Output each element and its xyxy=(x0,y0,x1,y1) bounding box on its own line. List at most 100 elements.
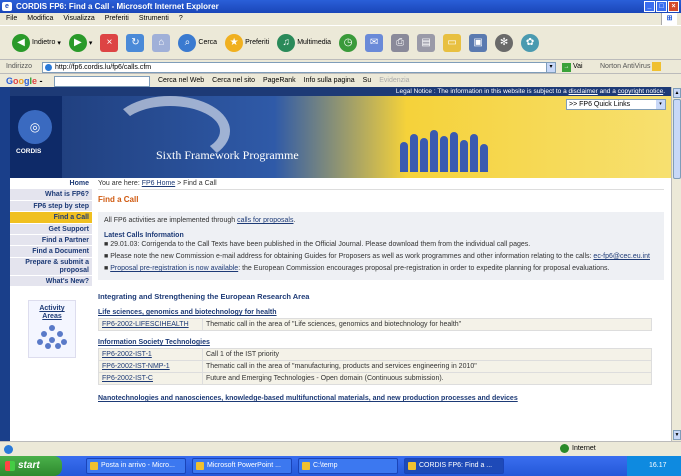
sidebar-item-find-a-partner[interactable]: Find a Partner xyxy=(10,234,92,247)
group-heading-life-sciences[interactable]: Life sciences, genomics and biotechnolog… xyxy=(98,309,664,316)
go-button[interactable]: → Vai xyxy=(562,60,583,74)
tool-button-2[interactable]: ✻ xyxy=(493,33,515,52)
quick-links-select[interactable]: >> FP6 Quick Links ▾ xyxy=(566,99,666,110)
sidebar-item-what-is-fp6[interactable]: What is FP6? xyxy=(10,189,92,201)
folder-button[interactable]: ▭ xyxy=(441,33,463,52)
address-dropdown-icon[interactable]: ▾ xyxy=(546,62,556,73)
menu-modifica[interactable]: Modifica xyxy=(27,13,53,25)
search-label: Cerca xyxy=(198,39,218,46)
google-search-input[interactable] xyxy=(54,76,150,87)
scroll-down-icon[interactable]: ▼ xyxy=(673,430,681,440)
sidebar-item-find-a-document[interactable]: Find a Document xyxy=(10,246,92,258)
menu-help[interactable]: ? xyxy=(179,13,183,25)
edit-icon: ▤ xyxy=(417,33,436,52)
scroll-up-icon[interactable]: ▲ xyxy=(673,88,681,98)
status-bar: Internet xyxy=(0,441,681,456)
sidebar-item-get-support[interactable]: Get Support xyxy=(10,223,92,235)
up-button[interactable]: Su xyxy=(363,74,372,88)
pagerank-indicator[interactable]: PageRank xyxy=(263,74,296,88)
taskbar-item-cordis[interactable]: CORDIS FP6: Find a ... xyxy=(404,458,504,474)
group-heading-ist[interactable]: Information Society Technologies xyxy=(98,339,664,346)
google-logo[interactable]: Google - xyxy=(6,74,43,88)
vertical-scrollbar[interactable]: ▲ ▼ xyxy=(671,87,681,441)
latest-calls-heading: Latest Calls Information xyxy=(104,232,184,239)
multimedia-label: Multimedia xyxy=(297,39,332,46)
minimize-icon[interactable]: _ xyxy=(644,1,655,12)
taskbar-item-temp-folder[interactable]: C:\temp xyxy=(298,458,398,474)
news-3-text: : the European Commission encourages pro… xyxy=(238,265,610,272)
sidebar-item-home[interactable]: Home xyxy=(10,178,92,190)
back-arrow-icon: ◀ xyxy=(12,33,30,52)
disclaimer-link[interactable]: disclaimer xyxy=(569,88,598,95)
menu-visualizza[interactable]: Visualizza xyxy=(63,13,94,25)
search-web-button[interactable]: Cerca nel Web xyxy=(158,74,204,88)
email-link[interactable]: ec-fp6@cec.eu.int xyxy=(593,253,650,260)
menu-strumenti[interactable]: Strumenti xyxy=(139,13,169,25)
chevron-down-icon[interactable]: ▾ xyxy=(656,100,665,109)
zone-label: Internet xyxy=(572,445,596,452)
tool-button-3[interactable]: ✿ xyxy=(519,33,541,52)
search-site-button[interactable]: Cerca nel sito xyxy=(212,74,255,88)
sidebar-item-step-by-step[interactable]: FP6 step by step xyxy=(10,200,92,213)
norton-antivirus-button[interactable]: Norton AntiVirus xyxy=(600,60,662,74)
tool-button-1[interactable]: ▣ xyxy=(467,33,489,52)
forward-button[interactable]: ▶ ▾ xyxy=(67,33,95,52)
favorites-label: Preferiti xyxy=(245,39,270,46)
stop-button[interactable]: × xyxy=(98,33,120,52)
window-titlebar[interactable]: e CORDIS FP6: Find a Call - Microsoft In… xyxy=(0,0,681,13)
sidebar-item-whats-new[interactable]: What's New? xyxy=(10,275,92,288)
calls-info-box: All FP6 activities are implemented throu… xyxy=(98,212,664,280)
call-code-link[interactable]: FP6-2002-IST-1 xyxy=(98,348,203,361)
security-zone: Internet xyxy=(560,442,596,456)
call-description: Thematic call in the area of "Life scien… xyxy=(202,318,652,331)
highlight-button[interactable]: Evidenzia xyxy=(379,74,409,88)
calls-for-proposals-link[interactable]: calls for proposals xyxy=(237,217,293,224)
taskbar-item-powerpoint[interactable]: Microsoft PowerPoint ... xyxy=(192,458,292,474)
chevron-down-icon[interactable]: ▾ xyxy=(57,39,61,47)
address-input[interactable]: http://fp6.cordis.lu/fp6/calls.cfm xyxy=(42,62,555,73)
close-icon[interactable]: × xyxy=(668,1,679,12)
menu-bar: File Modifica Visualizza Preferiti Strum… xyxy=(0,13,681,25)
pre-registration-link[interactable]: Proposal pre-registration is now availab… xyxy=(110,265,238,272)
group-heading-nanotech[interactable]: Nanotechnologies and nanosciences, knowl… xyxy=(98,395,664,402)
refresh-button[interactable]: ↻ xyxy=(124,33,146,52)
cordis-logo-box[interactable]: ◎ CORDIS xyxy=(10,96,62,178)
back-button[interactable]: ◀ Indietro ▾ xyxy=(10,33,63,52)
chevron-down-icon[interactable]: ▾ xyxy=(89,39,93,47)
edit-button[interactable]: ▤ xyxy=(415,33,437,52)
star-icon: ★ xyxy=(225,33,244,52)
menu-file[interactable]: File xyxy=(6,13,17,25)
sidebar-item-prepare-submit[interactable]: Prepare & submit a proposal xyxy=(10,257,92,276)
internet-globe-icon xyxy=(560,443,569,453)
call-code-link[interactable]: FP6-2002-LIFESCIHEALTH xyxy=(98,318,203,331)
page-viewport: Legal Notice : The information in this w… xyxy=(10,87,671,441)
page-info-button[interactable]: Info sulla pagina xyxy=(304,74,355,88)
norton-icon xyxy=(652,61,662,71)
system-tray: 16.17 xyxy=(627,456,681,476)
legal-text: Legal Notice : The information in this w… xyxy=(395,88,569,95)
search-button[interactable]: ⌕ Cerca xyxy=(176,33,219,52)
multimedia-button[interactable]: ♫ Multimedia xyxy=(275,33,333,52)
home-button[interactable]: ⌂ xyxy=(150,33,172,52)
sidebar-item-find-a-call[interactable]: Find a Call xyxy=(10,212,92,224)
history-button[interactable]: ◷ xyxy=(337,33,359,52)
start-button[interactable]: start xyxy=(0,456,62,476)
maximize-icon[interactable]: □ xyxy=(656,1,667,12)
activity-areas-link[interactable]: Activity Areas xyxy=(28,300,76,358)
back-label: Indietro xyxy=(32,39,56,46)
taskbar-item-outlook[interactable]: Posta in arrivo - Micro... xyxy=(86,458,186,474)
activity-areas-label: Activity Areas xyxy=(39,305,65,320)
copyright-link[interactable]: copyright notice xyxy=(618,88,664,95)
favorites-button[interactable]: ★ Preferiti xyxy=(223,33,271,52)
menu-preferiti[interactable]: Preferiti xyxy=(105,13,129,25)
page-title: Find a Call xyxy=(98,195,139,204)
mail-button[interactable]: ✉ xyxy=(363,33,385,52)
table-row: FP6-2002-IST-NMP-1 Thematic call in the … xyxy=(98,360,652,373)
call-code-link[interactable]: FP6-2002-IST-NMP-1 xyxy=(98,360,203,373)
call-code-link[interactable]: FP6-2002-IST-C xyxy=(98,372,203,385)
print-button[interactable]: ⎙ xyxy=(389,33,411,52)
breadcrumb-home-link[interactable]: FP6 Home xyxy=(142,180,175,187)
people-illustration xyxy=(400,126,490,172)
scroll-thumb[interactable] xyxy=(673,99,681,179)
intro-text: All FP6 activities are implemented throu… xyxy=(104,216,658,225)
